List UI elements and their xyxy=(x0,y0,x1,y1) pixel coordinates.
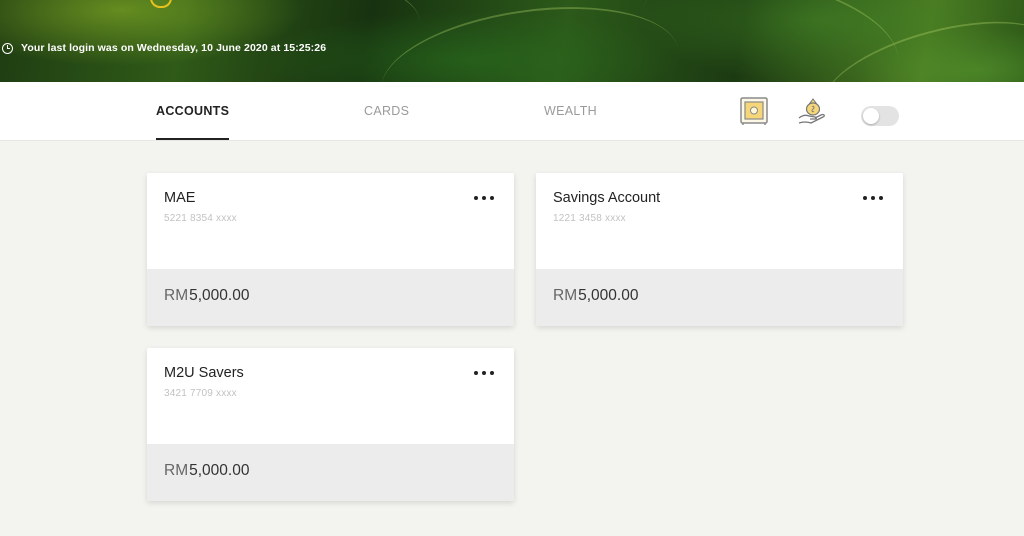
clock-icon xyxy=(2,42,13,54)
more-options-icon[interactable] xyxy=(474,370,494,376)
account-number: 3421 7709 xxxx xyxy=(164,388,237,399)
more-options-icon[interactable] xyxy=(863,195,883,201)
balance-amount: 5,000.00 xyxy=(578,287,639,304)
account-card-m2u-savers[interactable]: M2U Savers 3421 7709 xxxx RM5,000.00 xyxy=(147,348,514,501)
brand-logo-icon xyxy=(150,0,172,8)
balance-amount: 5,000.00 xyxy=(189,287,250,304)
money-bag-hand-icon[interactable] xyxy=(797,96,827,126)
tab-wealth[interactable]: WEALTH xyxy=(544,82,597,140)
card-balance-section: RM5,000.00 xyxy=(536,269,903,326)
tab-cards[interactable]: CARDS xyxy=(364,82,409,140)
currency-label: RM xyxy=(164,462,189,479)
card-header: MAE 5221 8354 xxxx xyxy=(147,173,514,269)
last-login-text: Your last login was on Wednesday, 10 Jun… xyxy=(21,42,327,54)
account-number: 1221 3458 xxxx xyxy=(553,213,626,224)
account-card-mae[interactable]: MAE 5221 8354 xxxx RM5,000.00 xyxy=(147,173,514,326)
hero-banner: Your last login was on Wednesday, 10 Jun… xyxy=(0,0,1024,153)
account-card-savings[interactable]: Savings Account 1221 3458 xxxx RM5,000.0… xyxy=(536,173,903,326)
tab-cards-label: CARDS xyxy=(364,104,410,118)
safe-icon[interactable] xyxy=(739,96,769,126)
account-name: Savings Account xyxy=(553,190,661,206)
tab-accounts-label: ACCOUNTS xyxy=(156,104,230,118)
active-tab-indicator xyxy=(156,138,230,140)
balance-amount: 5,000.00 xyxy=(189,462,250,479)
account-balance: RM5,000.00 xyxy=(553,287,638,305)
card-balance-section: RM5,000.00 xyxy=(147,269,514,326)
more-options-icon[interactable] xyxy=(474,195,494,201)
dashboard-page: Your last login was on Wednesday, 10 Jun… xyxy=(0,0,1024,536)
account-balance: RM5,000.00 xyxy=(164,287,249,305)
card-header: Savings Account 1221 3458 xxxx xyxy=(536,173,903,269)
currency-label: RM xyxy=(553,287,578,304)
card-header: M2U Savers 3421 7709 xxxx xyxy=(147,348,514,444)
tab-accounts[interactable]: ACCOUNTS xyxy=(156,82,230,140)
account-name: M2U Savers xyxy=(164,365,244,381)
last-login-row: Your last login was on Wednesday, 10 Jun… xyxy=(2,42,326,54)
toggle-knob xyxy=(863,108,879,124)
currency-label: RM xyxy=(164,287,189,304)
balance-visibility-toggle[interactable] xyxy=(861,106,899,126)
tab-wealth-label: WEALTH xyxy=(544,104,597,118)
account-name: MAE xyxy=(164,190,196,206)
account-balance: RM5,000.00 xyxy=(164,462,249,480)
card-balance-section: RM5,000.00 xyxy=(147,444,514,501)
account-number: 5221 8354 xxxx xyxy=(164,213,237,224)
